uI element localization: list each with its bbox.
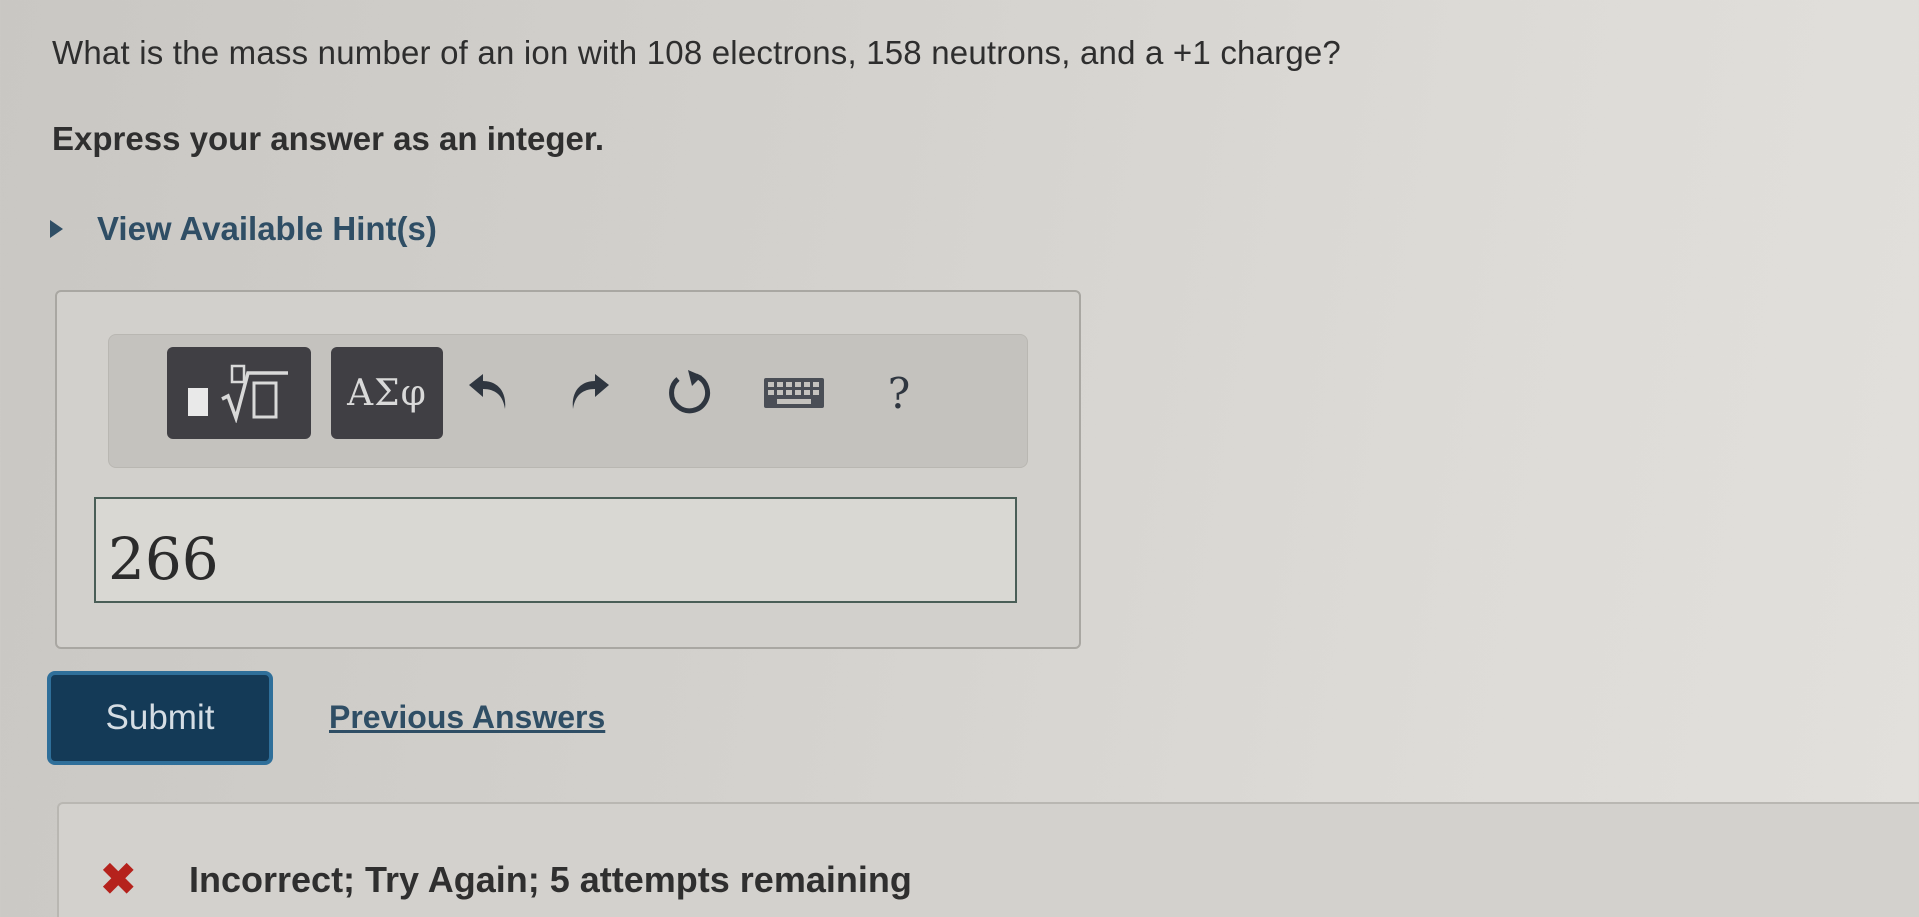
view-hints-label: View Available Hint(s) <box>97 210 437 247</box>
answer-input[interactable] <box>94 497 1017 603</box>
incorrect-x-icon: ✖ <box>99 853 138 905</box>
feedback-panel: ✖ Incorrect; Try Again; 5 attempts remai… <box>57 802 1919 917</box>
reset-icon <box>669 370 711 414</box>
answer-panel: ΑΣφ ? 266 <box>55 290 1081 649</box>
templates-icon <box>188 388 208 416</box>
reset-button[interactable] <box>654 347 724 439</box>
answer-instruction: Express your answer as an integer. <box>52 120 605 157</box>
help-button[interactable]: ? <box>864 347 934 439</box>
keyboard-button[interactable] <box>749 347 839 439</box>
submit-button[interactable]: Submit <box>47 671 273 765</box>
question-text: What is the mass number of an ion with 1… <box>52 34 1341 71</box>
root-template-icon <box>221 364 288 423</box>
previous-answers-link[interactable]: Previous Answers <box>329 699 605 736</box>
redo-button[interactable] <box>554 347 624 439</box>
undo-icon <box>469 374 506 409</box>
view-hints-toggle[interactable]: View Available Hint(s) <box>50 210 437 248</box>
templates-button[interactable] <box>167 347 311 439</box>
feedback-message: Incorrect; Try Again; 5 attempts remaini… <box>189 859 912 900</box>
keyboard-icon <box>764 378 824 408</box>
undo-button[interactable] <box>454 347 524 439</box>
greek-symbols-button[interactable]: ΑΣφ <box>331 347 443 439</box>
help-icon: ? <box>887 368 911 418</box>
caret-right-icon <box>50 220 63 238</box>
redo-icon <box>572 374 609 409</box>
math-toolbar: ΑΣφ ? <box>108 334 1028 468</box>
